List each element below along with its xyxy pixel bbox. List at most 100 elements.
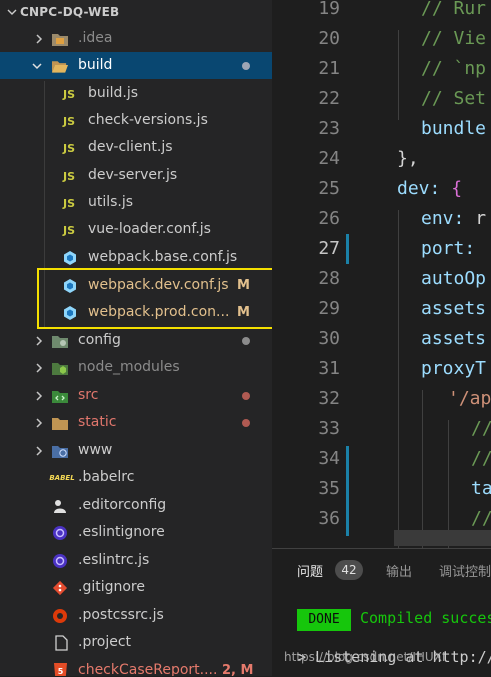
tree-item-file[interactable]: 5 checkCaseReport.... 2, M [0, 657, 272, 676]
tree-item-file[interactable]: JS build.js [0, 80, 272, 107]
line-number: 30 [318, 328, 340, 349]
chevron-down-icon [32, 63, 42, 70]
line-number: 25 [318, 178, 340, 199]
annotation-highlight-box [37, 268, 272, 329]
tree-item-file[interactable]: JS dev-client.js [0, 134, 272, 161]
code-key: env: [421, 208, 465, 229]
tab-debug-console[interactable]: 调试控制 [439, 561, 491, 580]
tree-item-label: build.js [88, 85, 139, 101]
modified-dot [242, 62, 250, 70]
chevron-right-icon [36, 34, 43, 44]
code-line: // [471, 448, 491, 469]
explorer-sidebar: CNPC-DQ-WEB .idea build JS build.js JS c… [0, 0, 272, 676]
eslint-icon [52, 553, 68, 569]
www-folder-icon [52, 443, 68, 459]
tree-item-file[interactable]: JS vue-loader.conf.js [0, 216, 272, 243]
tree-item-file[interactable]: .project [0, 629, 272, 656]
postcss-icon [52, 608, 68, 624]
tree-item-label: .gitignore [78, 579, 145, 595]
indent-guide [422, 390, 423, 548]
code-brace: { [440, 178, 463, 199]
tree-item-label: src [78, 387, 99, 403]
code-line: }, [397, 148, 419, 169]
file-icon [53, 635, 69, 651]
code-key: dev: [397, 178, 441, 199]
tree-item-label: vue-loader.conf.js [88, 221, 211, 237]
line-number: 23 [318, 118, 340, 139]
terminal-compiled-message: Compiled succes [360, 609, 491, 627]
chevron-down-icon [7, 9, 17, 15]
code-line: '/ap [448, 388, 491, 409]
node-folder-icon [52, 360, 68, 376]
tree-item-config-folder[interactable]: config [0, 327, 272, 354]
tree-item-file[interactable]: webpack.base.conf.js [0, 244, 272, 271]
editor-horizontal-scrollbar[interactable] [394, 530, 491, 546]
tree-item-file[interactable]: .eslintignore [0, 519, 272, 546]
tree-item-file[interactable]: .gitignore [0, 574, 272, 601]
tree-item-file[interactable]: .editorconfig [0, 492, 272, 519]
line-number: 28 [318, 268, 340, 289]
babel-icon: BABEL [49, 473, 75, 482]
tree-item-label: dev-server.js [88, 167, 178, 183]
code-value: r [464, 208, 487, 229]
tree-item-label: .eslintignore [78, 524, 165, 540]
tree-item-www-folder[interactable]: www [0, 437, 272, 464]
tree-item-file[interactable]: JS utils.js [0, 189, 272, 216]
tree-item-label: .eslintrc.js [78, 552, 150, 568]
code-editor[interactable]: 19 // Rur 20 // Vie 21 // `np 22 // Set … [272, 0, 491, 548]
project-name: CNPC-DQ-WEB [20, 5, 120, 19]
line-number: 22 [318, 88, 340, 109]
explorer-project-title[interactable]: CNPC-DQ-WEB [7, 3, 120, 21]
tree-item-label: check-versions.js [88, 112, 208, 128]
html5-icon: 5 [52, 663, 68, 676]
webpack-icon [62, 250, 78, 266]
watermark-text: https://blog.csdn.net/IHUXI [284, 650, 446, 664]
line-number: 26 [318, 208, 340, 229]
tree-item-label: www [78, 442, 113, 458]
code-line: assets [421, 298, 487, 319]
tree-item-label: .idea [78, 30, 113, 46]
tree-item-src-folder[interactable]: src [0, 382, 272, 409]
error-dot [242, 392, 250, 400]
code-line: // Set [421, 88, 487, 109]
js-file-icon: JS [63, 169, 76, 183]
tree-item-label: .project [78, 634, 132, 650]
tree-item-label: .editorconfig [78, 497, 167, 513]
tree-item-build-folder[interactable]: build [0, 52, 272, 79]
chevron-right-icon [36, 336, 43, 346]
tree-item-file[interactable]: .eslintrc.js [0, 547, 272, 574]
tree-item-label: dev-client.js [88, 139, 173, 155]
line-number: 21 [318, 58, 340, 79]
code-line: dev: { [397, 174, 462, 204]
tree-item-label: checkCaseReport.... [78, 662, 218, 676]
tree-item-file[interactable]: BABEL .babelrc [0, 464, 272, 491]
tab-output[interactable]: 输出 [386, 561, 412, 580]
code-line: ta [471, 478, 491, 499]
tree-item-file[interactable]: .postcssrc.js [0, 602, 272, 629]
indent-guide [398, 30, 399, 120]
code-line: env: r [421, 204, 486, 234]
line-number: 27 [318, 238, 340, 259]
tree-item-label: node_modules [78, 359, 180, 375]
line-number: 35 [318, 478, 340, 499]
git-change-marker [346, 234, 349, 264]
code-line: // Vie [421, 28, 487, 49]
tree-item-idea-folder[interactable]: .idea [0, 25, 272, 52]
config-folder-icon [52, 333, 68, 349]
code-key: port: [421, 238, 476, 259]
tree-item-file[interactable]: JS check-versions.js [0, 107, 272, 134]
tab-problems[interactable]: 问题 [297, 561, 323, 580]
line-number: 33 [318, 418, 340, 439]
build-folder-open-icon [52, 58, 68, 74]
tree-item-node-modules-folder[interactable]: node_modules [0, 354, 272, 381]
chevron-right-icon [36, 391, 43, 401]
chevron-right-icon [36, 418, 43, 428]
code-line: // Rur [421, 0, 487, 19]
error-dot [242, 419, 250, 427]
tree-item-label: static [78, 414, 117, 430]
line-number: 20 [318, 28, 340, 49]
tree-item-label: config [78, 332, 121, 348]
line-number: 19 [318, 0, 340, 19]
tree-item-static-folder[interactable]: static [0, 409, 272, 436]
tree-item-file[interactable]: JS dev-server.js [0, 162, 272, 189]
